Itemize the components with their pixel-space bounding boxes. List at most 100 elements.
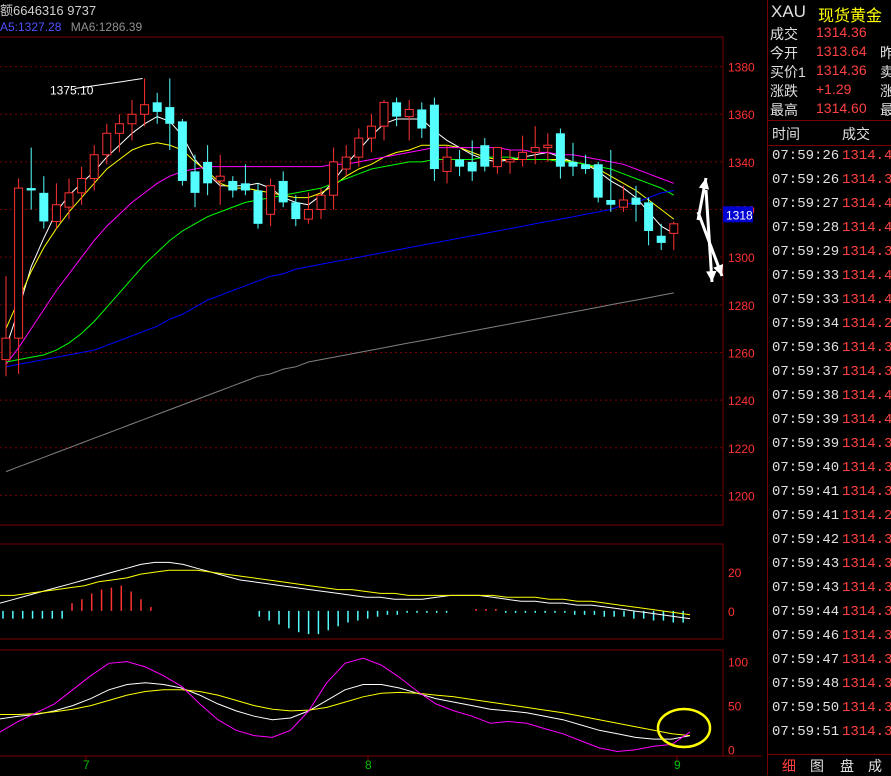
- x-tick-label: 7: [83, 758, 90, 772]
- tab-trades[interactable]: 成: [868, 756, 882, 776]
- tick-time: 07:59:37: [772, 364, 840, 380]
- candle-body: [89, 154, 99, 180]
- quote-extra: 昨: [880, 45, 891, 61]
- candle-body: [669, 223, 679, 234]
- candle-body: [51, 204, 61, 222]
- tick-row: 07:59:39 1314.4: [768, 412, 891, 436]
- candle-body: [14, 187, 24, 339]
- candle-body: [77, 178, 87, 194]
- tick-row: 07:59:36 1314.3: [768, 340, 891, 364]
- tick-row: 07:59:33 1314.4: [768, 268, 891, 292]
- quote-label: 涨跌: [770, 83, 798, 99]
- quote-extra: 最: [880, 102, 891, 118]
- tick-price: 1314.3: [842, 364, 891, 380]
- candle-body: [114, 123, 124, 134]
- candle-body: [1, 337, 11, 361]
- candle-body: [379, 101, 389, 127]
- ma6-label: MA6:1286.39: [70, 20, 143, 34]
- tick-row: 07:59:46 1314.3: [768, 628, 891, 652]
- candle-body: [555, 133, 565, 167]
- tick-price: 1314.3: [842, 628, 891, 644]
- candle-body: [618, 199, 628, 208]
- candle: [593, 161, 603, 203]
- tick-price: 1314.4: [842, 148, 891, 164]
- quote-label: 今开: [770, 45, 798, 61]
- tick-time: 07:59:44: [772, 604, 840, 620]
- symbol-name: 现货黄金: [818, 8, 883, 25]
- tick-price: 1314.2: [842, 508, 891, 524]
- y-tick-label: 1340: [728, 156, 755, 170]
- candle-body: [39, 192, 49, 222]
- tick-price: 1314.4: [842, 268, 891, 284]
- kdj-y-tick: 0: [728, 744, 735, 758]
- candle-body: [480, 145, 490, 167]
- tab-chart[interactable]: 图: [810, 756, 824, 776]
- candle-body: [442, 156, 452, 172]
- candle-body: [518, 151, 528, 160]
- tick-row: 07:59:39 1314.3: [768, 436, 891, 460]
- candle-body: [316, 194, 326, 211]
- tick-row: 07:59:48 1314.3: [768, 676, 891, 700]
- candle-body: [606, 200, 616, 205]
- tick-row: 07:59:28 1314.4: [768, 220, 891, 244]
- tick-row: 07:59:43 1314.3: [768, 580, 891, 604]
- tick-time: 07:59:50: [772, 700, 840, 716]
- candle-body: [455, 159, 465, 167]
- tick-price: 1314.4: [842, 292, 891, 308]
- candle-body: [165, 107, 175, 124]
- y-tick-label: 1240: [728, 394, 755, 408]
- tick-time: 07:59:43: [772, 580, 840, 596]
- tick-time: 07:59:26: [772, 148, 840, 164]
- tick-time: 07:59:29: [772, 244, 840, 260]
- candle-body: [140, 104, 150, 115]
- chart-area[interactable]: 1200122012401260128013001320134013601380…: [0, 0, 762, 775]
- tick-price: 1314.2: [842, 316, 891, 332]
- kdj-y-tick: 50: [728, 700, 742, 714]
- candle-body: [429, 104, 439, 170]
- tick-row: 07:59:51 1314.3: [768, 724, 891, 748]
- tick-price: 1314.3: [842, 484, 891, 500]
- amount-label: 额6646316 9737: [0, 3, 97, 18]
- tick-price: 1314.3: [842, 460, 891, 476]
- tab-detail[interactable]: 细: [782, 756, 796, 776]
- tick-price: 1314.3: [842, 244, 891, 260]
- candle-body: [644, 202, 654, 231]
- high-marker-label: 1375.10: [50, 84, 94, 98]
- tick-price: 1314.4: [842, 412, 891, 428]
- tick-time: 07:59:33: [772, 292, 840, 308]
- tick-price: 1314.3: [842, 556, 891, 572]
- tick-price: 1314.4: [842, 220, 891, 236]
- candle-body: [190, 171, 200, 193]
- candle-body: [240, 183, 250, 191]
- tab-orderbook[interactable]: 盘: [840, 756, 854, 776]
- y-tick-label: 1220: [728, 442, 755, 456]
- y-tick-label: 1200: [728, 489, 755, 503]
- tick-price: 1314.3: [842, 724, 891, 740]
- ticks-header: 时间 成交: [768, 120, 891, 146]
- candle-body: [177, 121, 187, 181]
- candle-body: [417, 109, 427, 129]
- tick-time: 07:59:46: [772, 628, 840, 644]
- macd-y-tick: 0: [728, 605, 735, 619]
- tick-row: 07:59:27 1314.4: [768, 196, 891, 220]
- tick-time: 07:59:40: [772, 460, 840, 476]
- ticks-header-time: 时间: [772, 126, 800, 142]
- candle-body: [329, 161, 339, 196]
- tick-time: 07:59:28: [772, 220, 840, 236]
- quote-row: 成交 1314.36: [768, 24, 891, 43]
- tick-time: 07:59:33: [772, 268, 840, 284]
- tick-price: 1314.3: [842, 172, 891, 188]
- x-tick-label: 8: [365, 758, 372, 772]
- tick-time: 07:59:51: [772, 724, 840, 740]
- tick-time: 07:59:42: [772, 532, 840, 548]
- quote-value: 1314.36: [816, 62, 867, 78]
- panel-tabs: 细 图 盘 成: [768, 754, 891, 775]
- candle-body: [581, 164, 591, 170]
- quote-value: 1313.64: [816, 43, 867, 59]
- tick-time: 07:59:48: [772, 676, 840, 692]
- candle-body: [631, 197, 641, 205]
- y-tick-label: 1280: [728, 299, 755, 313]
- candle: [177, 119, 187, 186]
- tick-price: 1314.3: [842, 532, 891, 548]
- candle-body: [467, 161, 477, 172]
